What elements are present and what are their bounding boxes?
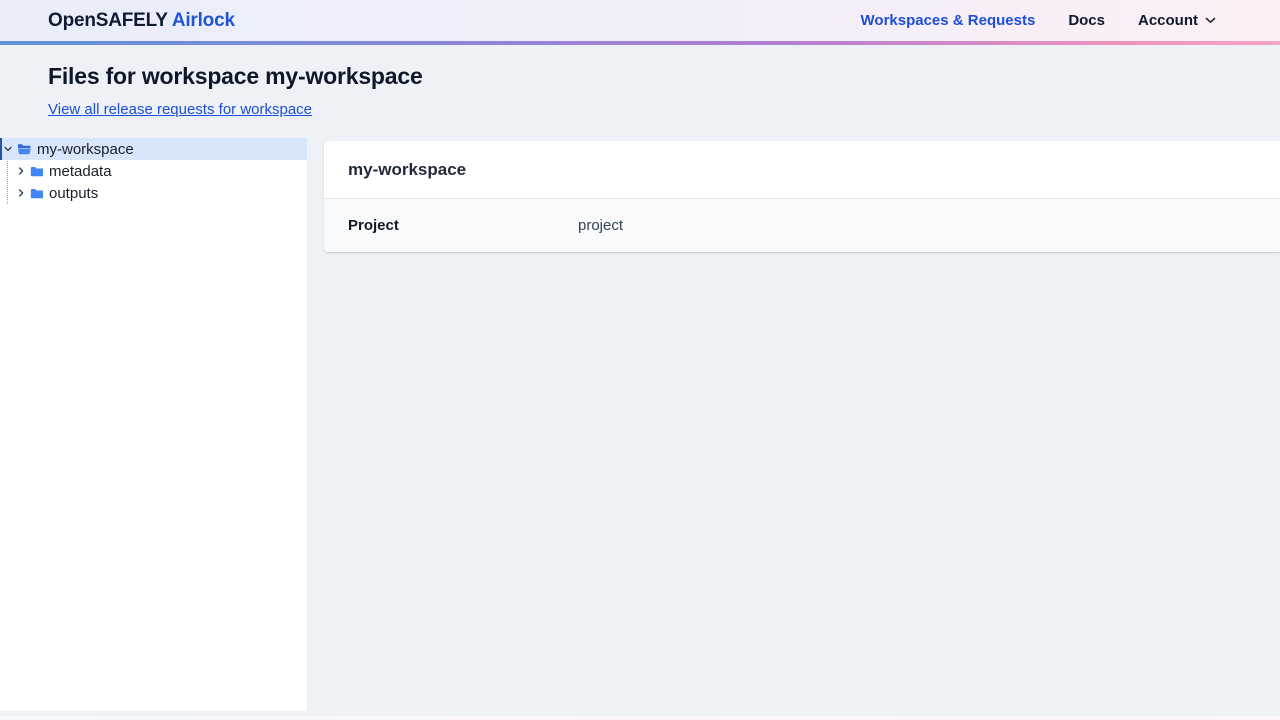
project-row-label: Project (348, 217, 578, 234)
workspace-card-heading: my-workspace (324, 141, 1280, 199)
tree-item-outputs[interactable]: outputs (0, 182, 307, 204)
tree-item-metadata[interactable]: metadata (0, 160, 307, 182)
folder-open-icon (17, 143, 31, 155)
chevron-down-icon (1205, 17, 1216, 24)
nav-workspaces-requests[interactable]: Workspaces & Requests (861, 12, 1036, 29)
footer-strip (0, 716, 1280, 720)
workspace-detail-card: my-workspace Project project (324, 141, 1280, 252)
chevron-right-icon[interactable] (15, 166, 27, 176)
brand-secondary: Airlock (172, 10, 235, 31)
tree-indent-guide (7, 161, 8, 204)
chevron-right-icon[interactable] (15, 188, 27, 198)
nav-workspaces-requests-label: Workspaces & Requests (861, 12, 1036, 29)
content-row: my-workspace metadata outputs (0, 138, 1280, 711)
brand-primary: OpenSAFELY (48, 10, 167, 31)
tree-item-label: outputs (49, 185, 98, 202)
project-row-value: project (578, 217, 623, 234)
file-tree-panel: my-workspace metadata outputs (0, 138, 307, 711)
folder-icon (30, 166, 43, 177)
chevron-down-icon[interactable] (2, 144, 14, 154)
nav-account-menu[interactable]: Account (1138, 12, 1216, 29)
view-all-release-requests-link[interactable]: View all release requests for workspace (48, 101, 312, 118)
main-nav: Workspaces & Requests Docs Account (861, 12, 1216, 29)
nav-account-label: Account (1138, 12, 1198, 29)
nav-docs-label: Docs (1068, 12, 1105, 29)
nav-docs[interactable]: Docs (1068, 12, 1105, 29)
app-header: OpenSAFELY Airlock Workspaces & Requests… (0, 0, 1280, 41)
page-title: Files for workspace my-workspace (48, 63, 1232, 90)
tree-item-label: metadata (49, 163, 112, 180)
table-row: Project project (324, 199, 1280, 252)
tree-item-label: my-workspace (37, 141, 134, 158)
tree-item-my-workspace[interactable]: my-workspace (0, 138, 307, 160)
folder-icon (30, 188, 43, 199)
brand-logo[interactable]: OpenSAFELY Airlock (48, 10, 235, 32)
page-head: Files for workspace my-workspace View al… (0, 45, 1280, 119)
